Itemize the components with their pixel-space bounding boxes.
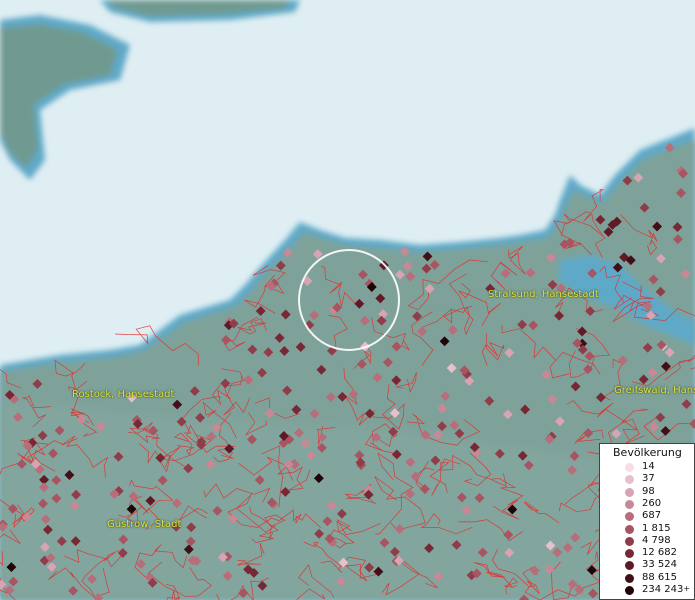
population-map[interactable]: [0, 0, 695, 600]
legend-swatch: [625, 586, 634, 595]
legend-swatch: [625, 524, 634, 534]
legend-swatch: [625, 499, 634, 509]
legend: Bevölkerung 14 37 98 260 687 1 815 4 798 12 682…: [599, 443, 695, 600]
legend-label: 37: [642, 473, 655, 485]
legend-item: 234 243+: [600, 584, 695, 596]
legend-swatch: [625, 573, 634, 583]
legend-label: 88 615: [642, 571, 677, 583]
legend-item: 4 798: [600, 534, 695, 547]
legend-swatch: [625, 475, 634, 485]
legend-item: 37: [600, 473, 695, 485]
legend-label: 4 798: [642, 534, 671, 546]
legend-swatch: [625, 536, 634, 546]
legend-swatch: [625, 549, 634, 559]
legend-label: 1 815: [642, 522, 671, 534]
legend-label: 234 243+: [642, 584, 691, 595]
legend-swatch: [625, 487, 634, 497]
legend-title: Bevölkerung: [613, 446, 682, 459]
legend-label: 687: [642, 510, 662, 522]
legend-item: 1 815: [600, 522, 695, 535]
legend-label: 12 682: [642, 547, 677, 559]
legend-item: 12 682: [600, 547, 695, 559]
city-label-greifswald[interactable]: Greifswald, Hans: [614, 385, 695, 396]
legend-swatch: [625, 463, 634, 472]
city-label-stralsund[interactable]: Stralsund, Hansestadt: [488, 289, 599, 300]
legend-swatch: [625, 512, 634, 522]
legend-plus-sign: +: [683, 584, 691, 593]
legend-item: 14: [600, 461, 695, 473]
legend-item: 33 524: [600, 559, 695, 571]
legend-label: 14: [642, 461, 655, 472]
city-label-guestrow[interactable]: Güstrow, Stadt: [107, 519, 181, 530]
legend-label: 98: [642, 485, 655, 497]
legend-item: 687: [600, 510, 695, 522]
legend-swatch: [625, 561, 634, 571]
legend-label: 33 524: [642, 559, 677, 571]
legend-item: 260: [600, 497, 695, 510]
legend-item: 98: [600, 485, 695, 498]
legend-item: 88 615: [600, 571, 695, 584]
city-label-rostock[interactable]: Rostock, Hansestadt: [72, 389, 174, 400]
legend-label: 260: [642, 497, 662, 509]
